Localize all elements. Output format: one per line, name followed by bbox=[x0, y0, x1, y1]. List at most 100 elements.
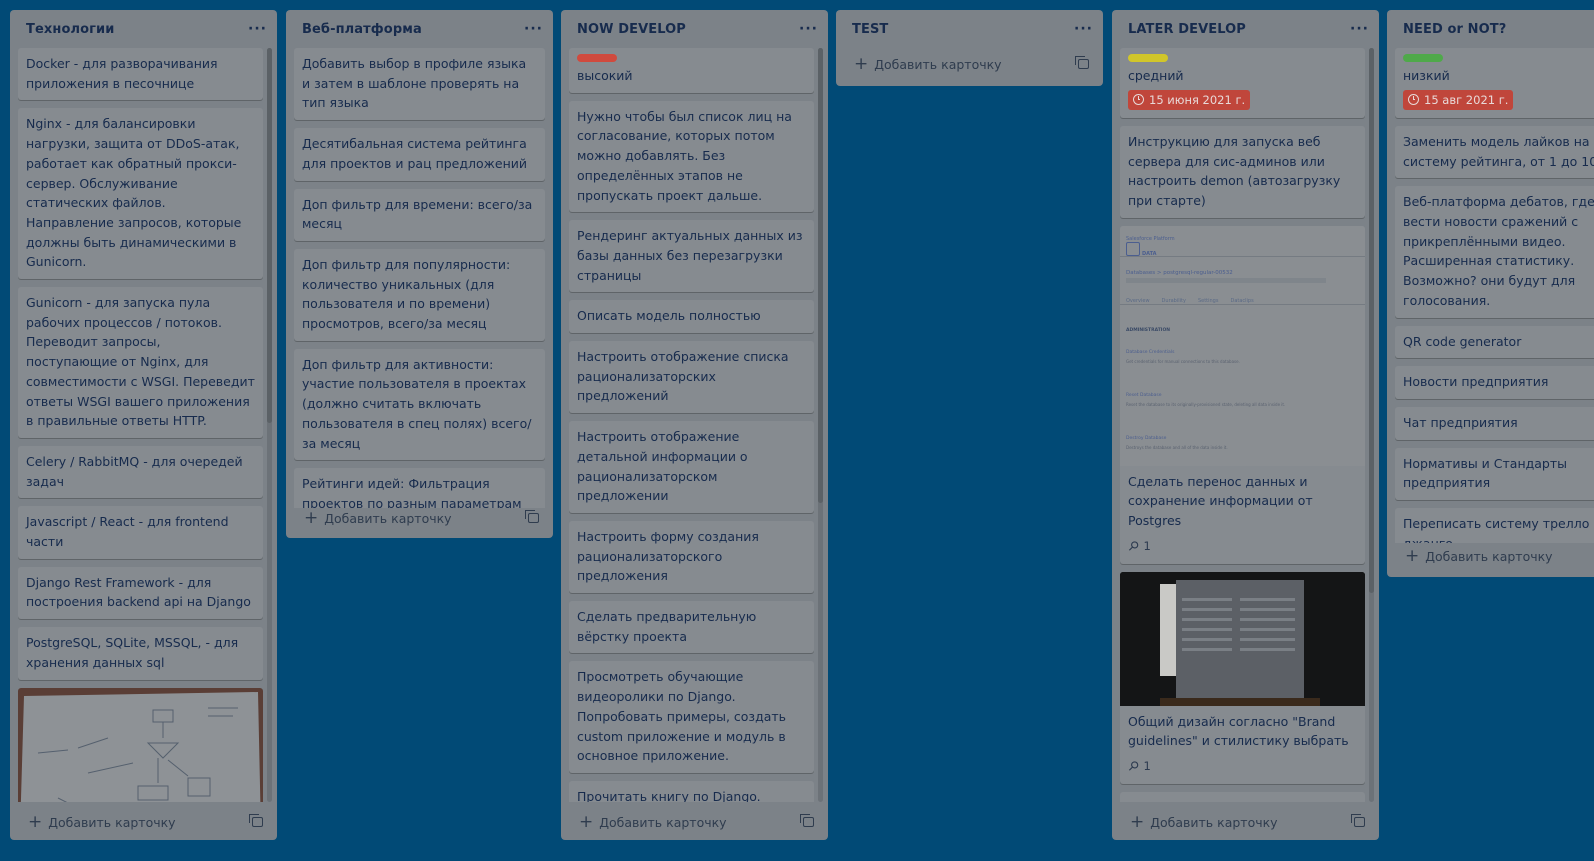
list-technologies: Технологии ··· Docker - для разворачиван… bbox=[10, 10, 277, 840]
list-scrollbar[interactable] bbox=[818, 48, 823, 802]
list-footer: + Добавить карточку bbox=[294, 504, 545, 532]
due-date-badge[interactable]: 15 авг 2021 г. bbox=[1403, 89, 1514, 110]
card[interactable]: Доп фильтр для популярности: количество … bbox=[294, 248, 545, 341]
card-text: средний bbox=[1128, 68, 1184, 83]
cover-tab: Durability bbox=[1161, 297, 1186, 304]
priority-card[interactable]: низкий 15 авг 2021 г. bbox=[1395, 48, 1594, 118]
card-with-cover[interactable]: Salesforce Platform DATA Databases > pos… bbox=[1120, 225, 1365, 564]
card[interactable]: Настроить форму создания рационализаторс… bbox=[569, 520, 814, 594]
card[interactable]: QR code generator bbox=[1395, 325, 1594, 359]
add-card-label: Добавить карточку bbox=[324, 510, 452, 526]
list-title[interactable]: Технологии bbox=[26, 22, 114, 37]
cover-item-desc: Destroys the database and all of the dat… bbox=[1126, 444, 1228, 450]
card[interactable]: Сделать предварительную вёрстку проекта bbox=[569, 601, 814, 654]
card[interactable]: Gunicorn - для запуска пула рабочих проц… bbox=[18, 287, 263, 438]
add-card-button[interactable]: + Добавить карточку bbox=[1130, 811, 1278, 832]
card[interactable]: Добавить выбор в профиле языка и затем в… bbox=[294, 48, 545, 121]
card[interactable]: Nginx - для балансировки нагрузки, защит… bbox=[18, 108, 263, 280]
list-need-or-not: NEED or NOT? низкий 15 авг 2021 г. Замен… bbox=[1387, 10, 1594, 577]
card[interactable]: Доп фильтр для активности: участие польз… bbox=[294, 348, 545, 461]
due-date: 15 авг 2021 г. bbox=[1424, 92, 1509, 107]
card-list: высокий Нужно чтобы был список лиц на со… bbox=[569, 48, 814, 802]
card[interactable]: Docker - для разворачивания приложения в… bbox=[18, 48, 263, 101]
card[interactable]: Настроить отображение детальной информац… bbox=[569, 421, 814, 513]
card[interactable]: Веб-платформа дебатов, где можно вести н… bbox=[1395, 186, 1594, 318]
cover-heading: ADMINISTRATION bbox=[1126, 327, 1171, 333]
list-scrollbar[interactable] bbox=[1369, 48, 1374, 802]
list-title[interactable]: NEED or NOT? bbox=[1403, 22, 1506, 37]
list-menu-button[interactable]: ··· bbox=[248, 21, 267, 37]
list-footer: + Добавить карточку bbox=[1120, 808, 1371, 836]
card[interactable]: Переписать систему трелло на джанго bbox=[1395, 508, 1594, 543]
card[interactable]: Описать модель полностью bbox=[569, 300, 814, 334]
card[interactable]: Новости предприятия bbox=[1395, 366, 1594, 399]
list-title[interactable]: NOW DEVELOP bbox=[577, 22, 686, 37]
plus-icon: + bbox=[1130, 811, 1145, 832]
card[interactable]: Десятибальная система рейтинга для проек… bbox=[294, 128, 545, 181]
cover-image bbox=[1120, 571, 1365, 706]
add-card-button[interactable]: + Добавить карточку bbox=[854, 55, 1002, 73]
due-date-badge[interactable]: 15 июня 2021 г. bbox=[1128, 89, 1251, 110]
card[interactable]: Рендеринг актуальных данных из базы данн… bbox=[569, 220, 814, 293]
card-template-icon[interactable] bbox=[800, 814, 814, 827]
card[interactable]: Настроить отображение списка рационализа… bbox=[569, 341, 814, 414]
sketch-image-card[interactable] bbox=[18, 687, 263, 802]
add-card-button[interactable]: + Добавить карточку bbox=[579, 813, 727, 831]
list-scrollbar[interactable] bbox=[267, 48, 272, 802]
card[interactable]: Нужно чтобы был список лиц на согласован… bbox=[569, 100, 814, 213]
card[interactable]: Javascript / React - для frontend части bbox=[18, 506, 263, 559]
add-card-button[interactable]: + Добавить карточку bbox=[1405, 547, 1553, 565]
card[interactable]: Просмотреть обучающие видеоролики по Dja… bbox=[569, 661, 814, 773]
list-title[interactable]: Веб-платформа bbox=[302, 22, 422, 37]
add-card-button[interactable]: + Добавить карточку bbox=[28, 811, 176, 832]
card[interactable]: Django Rest Framework - для построения b… bbox=[18, 566, 263, 620]
card[interactable]: Доп фильтр для времени: всего/за месяц bbox=[294, 188, 545, 241]
list-footer: + Добавить карточку bbox=[569, 808, 820, 836]
scrollbar-thumb[interactable] bbox=[1369, 48, 1374, 593]
list-test: TEST ··· + Добавить карточку bbox=[836, 10, 1103, 86]
list-now-develop: NOW DEVELOP ··· высокий Нужно чтобы был … bbox=[561, 10, 828, 840]
board: Технологии ··· Docker - для разворачиван… bbox=[0, 0, 1594, 861]
priority-label-red bbox=[577, 54, 617, 62]
card[interactable]: Рейтинги идей: Фильтрация проектов по ра… bbox=[294, 468, 545, 508]
list-menu-button[interactable]: ··· bbox=[799, 21, 818, 37]
priority-card[interactable]: высокий bbox=[569, 48, 814, 93]
list-menu-button[interactable]: ··· bbox=[1074, 21, 1093, 37]
attachment-badge: ⚲ 1 bbox=[1124, 537, 1357, 557]
cover-tabs: Overview Durability Settings Dataclips bbox=[1126, 292, 1254, 312]
card-with-image[interactable]: Общий дизайн согласно "Brand guidelines"… bbox=[1120, 571, 1365, 784]
cover-tab: Dataclips bbox=[1230, 297, 1254, 304]
priority-label-yellow bbox=[1128, 54, 1168, 62]
card[interactable]: Инструкцию для запуска веб сервера для с… bbox=[1120, 125, 1365, 218]
list-header: NOW DEVELOP ··· bbox=[561, 10, 828, 48]
list-header: NEED or NOT? bbox=[1387, 10, 1594, 48]
sketch-image bbox=[18, 687, 263, 802]
scrollbar-thumb[interactable] bbox=[818, 48, 823, 503]
due-date: 15 июня 2021 г. bbox=[1149, 92, 1246, 107]
card[interactable]: Celery / RabbitMQ - для очередей задач bbox=[18, 445, 263, 499]
card[interactable]: А... bbox=[1120, 791, 1365, 802]
card[interactable]: Заменить модель лайков на систему рейтин… bbox=[1395, 125, 1594, 179]
add-card-button[interactable]: + Добавить карточку bbox=[304, 507, 452, 528]
list-header: LATER DEVELOP ··· bbox=[1112, 10, 1379, 48]
plus-icon: + bbox=[28, 811, 43, 832]
list-title[interactable]: TEST bbox=[852, 22, 888, 37]
card-template-icon[interactable] bbox=[1351, 814, 1365, 827]
cover-section: DATA bbox=[1142, 250, 1157, 257]
plus-icon: + bbox=[304, 507, 319, 528]
cover-item-desc: Reset the database to its originally-pro… bbox=[1126, 401, 1286, 407]
clock-icon bbox=[1133, 94, 1144, 106]
card[interactable]: PostgreSQL, SQLite, MSSQL, - для хранени… bbox=[18, 627, 263, 680]
card-template-icon[interactable] bbox=[525, 510, 539, 523]
list-menu-button[interactable]: ··· bbox=[524, 21, 543, 37]
card-text: низкий bbox=[1403, 68, 1450, 83]
card[interactable]: Нормативы и Стандарты предприятия bbox=[1395, 447, 1594, 501]
card[interactable]: Чат предприятия bbox=[1395, 406, 1594, 440]
list-title[interactable]: LATER DEVELOP bbox=[1128, 22, 1246, 37]
card-template-icon[interactable] bbox=[249, 814, 263, 827]
scrollbar-thumb[interactable] bbox=[267, 48, 272, 423]
card[interactable]: Прочитать книгу по Django. Попробовать п… bbox=[569, 780, 814, 802]
list-menu-button[interactable]: ··· bbox=[1350, 21, 1369, 37]
card-template-icon[interactable] bbox=[1075, 56, 1089, 69]
priority-card[interactable]: средний 15 июня 2021 г. bbox=[1120, 48, 1365, 118]
